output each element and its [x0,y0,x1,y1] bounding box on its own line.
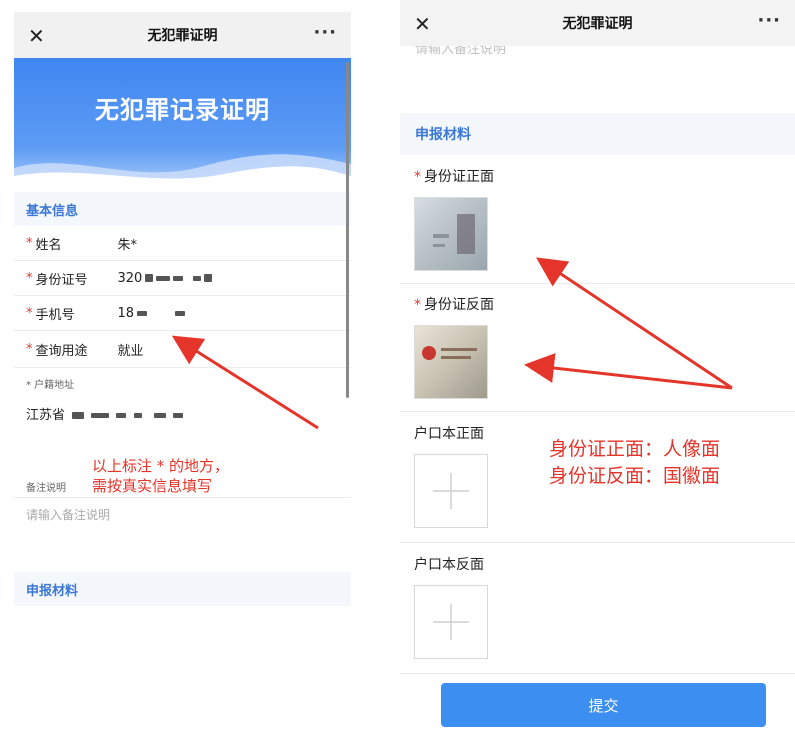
divider [14,497,351,498]
divider [400,411,795,412]
required-star: * [414,169,421,185]
nav-bar: ✕ 无犯罪证明 ··· [400,0,795,46]
more-menu-icon[interactable]: ··· [757,10,781,31]
redaction-mark [193,275,202,281]
redaction-mark [91,413,110,418]
required-star: * [26,235,33,251]
left-phone-screen: ✕ 无犯罪证明 ··· 无犯罪记录证明 基本信息 * 姓名 朱* * 身份证号 … [14,12,351,612]
household-back-upload[interactable] [414,585,488,659]
divider [400,283,795,284]
redaction-mark [116,413,127,418]
redaction-mark [172,413,183,418]
divider [400,542,795,543]
materials-header: 申报材料 [400,113,795,155]
redaction-mark [137,310,148,316]
remark-input[interactable]: 请输入备注说明 [26,506,110,523]
field-row-name[interactable]: * 姓名 朱* [14,226,351,261]
blur-mask [457,214,475,254]
basic-info-header: 基本信息 [14,192,351,226]
redaction-mark [145,274,154,282]
household-address-value[interactable]: 江苏省 [26,404,183,423]
household-address-text: 江苏省 [26,408,66,423]
nav-bar: ✕ 无犯罪证明 ··· [14,12,351,58]
household-address-label-text: * 户籍地址 [26,380,75,391]
annotation-id-card-sides: 身份证正面：人像面 身份证反面：国徽面 [549,436,720,490]
annotation-line: 以上标注 * 的地方， [92,457,230,475]
annotation-line: 身份证反面：国徽面 [549,465,721,487]
card-line [433,244,445,247]
submit-button[interactable]: 提交 [441,683,766,727]
plus-icon [433,473,469,509]
card-line [441,356,471,359]
field-label: 手机号 [35,307,75,323]
field-row-phone[interactable]: * 手机号 18 [14,296,351,331]
household-back-label: 户口本反面 [414,557,484,573]
nav-title: 无犯罪证明 [562,16,633,32]
banner-wave-decoration [14,154,351,186]
redaction-mark [173,275,184,281]
annotation-line: 需按真实信息填写 [92,477,213,495]
field-value: 18 [117,305,135,321]
household-front-upload[interactable] [414,454,488,528]
household-front-label: 户口本正面 [414,426,484,442]
required-star: * [414,297,421,313]
redaction-mark [204,274,213,282]
field-value: 朱* [117,237,138,253]
annotation-required-fields: 以上标注 * 的地方， 需按真实信息填写 [92,456,229,496]
right-phone-screen: 请输入备注说明 ✕ 无犯罪证明 ··· 申报材料 * 身份证正面 * 身份证反面 户… [400,0,795,734]
household-address-label: * 户籍地址 [26,376,74,391]
required-star: * [26,270,33,286]
banner: 无犯罪记录证明 [14,58,351,186]
id-back-label: * 身份证反面 [414,294,494,314]
field-row-id-number[interactable]: * 身份证号 320 [14,261,351,296]
id-back-label-text: 身份证反面 [424,297,494,313]
redaction-mark [175,310,186,316]
field-value: 就业 [117,343,144,359]
close-icon[interactable]: ✕ [28,24,45,48]
redaction-mark [133,413,142,418]
divider [400,673,795,674]
plus-icon [433,604,469,640]
redaction-mark [156,275,171,281]
id-front-label: * 身份证正面 [414,166,494,186]
field-label: 身份证号 [35,272,88,288]
id-back-photo[interactable] [414,325,488,399]
remark-label: 备注说明 [26,483,66,494]
nav-title: 无犯罪证明 [147,28,218,44]
emblem-icon [422,346,436,360]
required-star: * [26,305,33,321]
scrollbar[interactable] [346,62,349,398]
banner-title: 无犯罪记录证明 [95,96,270,124]
required-star: * [26,341,33,357]
close-icon[interactable]: ✕ [414,12,431,36]
field-value: 320 [117,270,143,286]
annotation-line: 身份证正面：人像面 [549,438,721,460]
field-label: 查询用途 [35,343,88,359]
card-line [433,234,449,238]
redaction-mark [153,413,166,418]
redaction-mark [72,412,85,419]
more-menu-icon[interactable]: ··· [313,22,337,43]
materials-header: 申报材料 [14,572,351,606]
field-label: 姓名 [35,237,62,253]
card-line [441,348,477,351]
id-front-label-text: 身份证正面 [424,169,494,185]
field-row-purpose[interactable]: * 查询用途 就业 [14,331,351,368]
id-front-photo[interactable] [414,197,488,271]
